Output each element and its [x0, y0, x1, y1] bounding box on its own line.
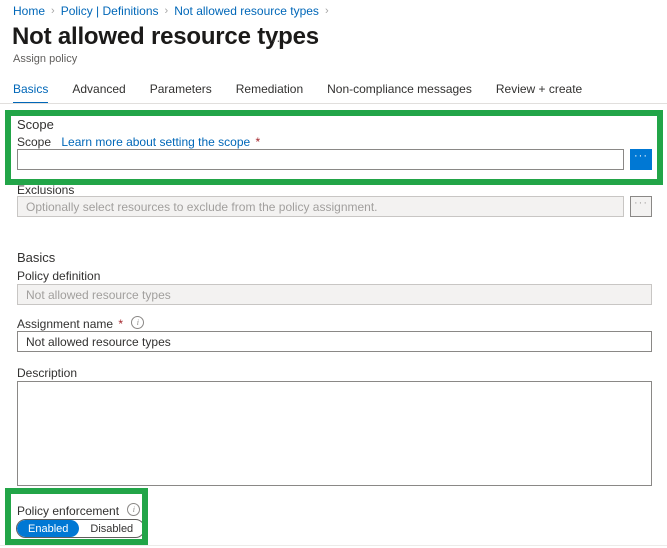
basics-section-heading: Basics [17, 250, 55, 266]
policy-definition-label: Policy definition [17, 269, 100, 284]
policy-definition-input[interactable] [17, 284, 652, 305]
assignment-name-label-text: Assignment name [17, 317, 113, 331]
assignment-name-info-icon[interactable] [131, 316, 144, 329]
scope-section-heading: Scope [17, 117, 54, 133]
breadcrumb-separator-icon: › [165, 5, 169, 17]
policy-enforcement-toggle[interactable]: Enabled Disabled [16, 519, 145, 538]
page-subtitle: Assign policy [13, 52, 77, 66]
scope-label-text: Scope [17, 135, 51, 149]
scope-input[interactable] [17, 149, 624, 170]
breadcrumb-separator-icon: › [325, 5, 329, 17]
tabs-divider [0, 103, 667, 104]
breadcrumb-item-home[interactable]: Home [13, 4, 45, 18]
tab-advanced[interactable]: Advanced [72, 82, 125, 104]
policy-enforcement-info-icon[interactable] [127, 503, 140, 516]
scope-field-label: Scope Learn more about setting the scope… [17, 135, 260, 150]
policy-enforcement-field-label: Policy enforcement [17, 503, 140, 519]
tab-review-create[interactable]: Review + create [496, 82, 582, 104]
scope-highlight-mask [5, 176, 663, 185]
breadcrumb-separator-icon: › [51, 5, 55, 17]
breadcrumb-item-policy-definitions[interactable]: Policy | Definitions [61, 4, 159, 18]
tab-parameters[interactable]: Parameters [150, 82, 212, 104]
scope-picker-button[interactable]: ··· [630, 149, 652, 170]
bottom-divider [0, 545, 667, 546]
tab-remediation[interactable]: Remediation [236, 82, 303, 104]
policy-enforcement-label-text: Policy enforcement [17, 504, 119, 518]
more-actions-ellipsis-icon[interactable]: … [267, 30, 282, 44]
exclusions-input[interactable] [17, 196, 624, 217]
assignment-name-field-label: Assignment name * [17, 316, 144, 332]
scope-learn-more-link[interactable]: Learn more about setting the scope [61, 135, 250, 149]
tab-basics[interactable]: Basics [13, 82, 48, 104]
policy-enforcement-option-enabled[interactable]: Enabled [17, 520, 79, 537]
policy-enforcement-highlight-mask [5, 489, 148, 495]
assignment-name-input[interactable] [17, 331, 652, 352]
tab-non-compliance-messages[interactable]: Non-compliance messages [327, 82, 472, 104]
policy-enforcement-option-disabled[interactable]: Disabled [79, 520, 144, 537]
exclusions-picker-button[interactable]: ··· [630, 196, 652, 217]
scope-required-marker: * [256, 135, 261, 149]
exclusions-picker-ellipsis-icon: ··· [634, 198, 648, 209]
breadcrumb-item-not-allowed-resource-types[interactable]: Not allowed resource types [174, 4, 319, 18]
breadcrumb: Home › Policy | Definitions › Not allowe… [13, 3, 335, 19]
assignment-name-required-marker: * [118, 317, 123, 331]
description-textarea[interactable] [17, 381, 652, 486]
scope-picker-ellipsis-icon: ··· [634, 151, 648, 162]
description-label: Description [17, 366, 77, 381]
